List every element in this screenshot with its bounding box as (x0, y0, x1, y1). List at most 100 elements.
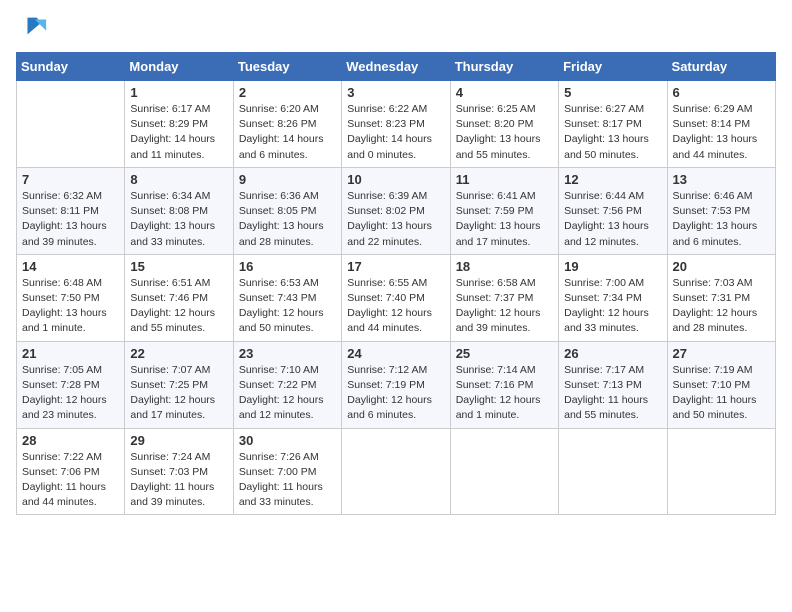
day-info: Sunrise: 7:26 AMSunset: 7:00 PMDaylight:… (239, 450, 336, 511)
day-number: 19 (564, 259, 661, 274)
calendar-cell: 20 Sunrise: 7:03 AMSunset: 7:31 PMDayligh… (667, 254, 775, 341)
calendar-cell: 5 Sunrise: 6:27 AMSunset: 8:17 PMDaylight… (559, 81, 667, 168)
logo (16, 16, 48, 40)
day-info: Sunrise: 6:48 AMSunset: 7:50 PMDaylight:… (22, 276, 119, 337)
day-info: Sunrise: 6:58 AMSunset: 7:37 PMDaylight:… (456, 276, 553, 337)
day-info: Sunrise: 7:05 AMSunset: 7:28 PMDaylight:… (22, 363, 119, 424)
day-number: 12 (564, 172, 661, 187)
calendar-cell: 22 Sunrise: 7:07 AMSunset: 7:25 PMDayligh… (125, 341, 233, 428)
day-number: 2 (239, 85, 336, 100)
day-info: Sunrise: 6:22 AMSunset: 8:23 PMDaylight:… (347, 102, 444, 163)
day-number: 17 (347, 259, 444, 274)
day-info: Sunrise: 6:25 AMSunset: 8:20 PMDaylight:… (456, 102, 553, 163)
calendar-cell: 16 Sunrise: 6:53 AMSunset: 7:43 PMDayligh… (233, 254, 341, 341)
day-info: Sunrise: 6:27 AMSunset: 8:17 PMDaylight:… (564, 102, 661, 163)
weekday-header: Thursday (450, 53, 558, 81)
calendar-cell: 4 Sunrise: 6:25 AMSunset: 8:20 PMDaylight… (450, 81, 558, 168)
day-number: 11 (456, 172, 553, 187)
day-info: Sunrise: 6:36 AMSunset: 8:05 PMDaylight:… (239, 189, 336, 250)
day-info: Sunrise: 6:46 AMSunset: 7:53 PMDaylight:… (673, 189, 770, 250)
weekday-header: Sunday (17, 53, 125, 81)
day-info: Sunrise: 7:14 AMSunset: 7:16 PMDaylight:… (456, 363, 553, 424)
day-info: Sunrise: 7:17 AMSunset: 7:13 PMDaylight:… (564, 363, 661, 424)
day-info: Sunrise: 6:41 AMSunset: 7:59 PMDaylight:… (456, 189, 553, 250)
day-number: 7 (22, 172, 119, 187)
calendar-cell: 3 Sunrise: 6:22 AMSunset: 8:23 PMDaylight… (342, 81, 450, 168)
calendar-cell (450, 428, 558, 515)
day-number: 29 (130, 433, 227, 448)
calendar-cell: 27 Sunrise: 7:19 AMSunset: 7:10 PMDayligh… (667, 341, 775, 428)
calendar-cell: 1 Sunrise: 6:17 AMSunset: 8:29 PMDaylight… (125, 81, 233, 168)
day-number: 13 (673, 172, 770, 187)
day-number: 16 (239, 259, 336, 274)
day-number: 8 (130, 172, 227, 187)
day-info: Sunrise: 7:07 AMSunset: 7:25 PMDaylight:… (130, 363, 227, 424)
weekday-header: Tuesday (233, 53, 341, 81)
day-number: 30 (239, 433, 336, 448)
calendar-cell: 26 Sunrise: 7:17 AMSunset: 7:13 PMDayligh… (559, 341, 667, 428)
day-number: 6 (673, 85, 770, 100)
calendar-cell: 18 Sunrise: 6:58 AMSunset: 7:37 PMDayligh… (450, 254, 558, 341)
calendar-cell: 7 Sunrise: 6:32 AMSunset: 8:11 PMDaylight… (17, 167, 125, 254)
day-number: 1 (130, 85, 227, 100)
calendar: SundayMondayTuesdayWednesdayThursdayFrid… (16, 52, 776, 515)
calendar-cell: 13 Sunrise: 6:46 AMSunset: 7:53 PMDayligh… (667, 167, 775, 254)
calendar-cell (342, 428, 450, 515)
day-info: Sunrise: 7:10 AMSunset: 7:22 PMDaylight:… (239, 363, 336, 424)
calendar-cell: 28 Sunrise: 7:22 AMSunset: 7:06 PMDayligh… (17, 428, 125, 515)
calendar-cell: 2 Sunrise: 6:20 AMSunset: 8:26 PMDaylight… (233, 81, 341, 168)
calendar-cell: 24Sunrise: 7:12 AMSunset: 7:19 PMDayligh… (342, 341, 450, 428)
day-info: Sunrise: 7:12 AMSunset: 7:19 PMDaylight:… (347, 363, 444, 424)
day-info: Sunrise: 6:17 AMSunset: 8:29 PMDaylight:… (130, 102, 227, 163)
day-info: Sunrise: 6:55 AMSunset: 7:40 PMDaylight:… (347, 276, 444, 337)
calendar-cell: 12 Sunrise: 6:44 AMSunset: 7:56 PMDayligh… (559, 167, 667, 254)
day-info: Sunrise: 6:39 AMSunset: 8:02 PMDaylight:… (347, 189, 444, 250)
day-info: Sunrise: 6:20 AMSunset: 8:26 PMDaylight:… (239, 102, 336, 163)
logo-icon (20, 12, 48, 40)
calendar-cell: 8 Sunrise: 6:34 AMSunset: 8:08 PMDaylight… (125, 167, 233, 254)
day-info: Sunrise: 6:44 AMSunset: 7:56 PMDaylight:… (564, 189, 661, 250)
calendar-cell: 30 Sunrise: 7:26 AMSunset: 7:00 PMDayligh… (233, 428, 341, 515)
day-info: Sunrise: 6:29 AMSunset: 8:14 PMDaylight:… (673, 102, 770, 163)
day-number: 10 (347, 172, 444, 187)
day-info: Sunrise: 6:51 AMSunset: 7:46 PMDaylight:… (130, 276, 227, 337)
day-info: Sunrise: 7:03 AMSunset: 7:31 PMDaylight:… (673, 276, 770, 337)
calendar-cell: 14Sunrise: 6:48 AMSunset: 7:50 PMDayligh… (17, 254, 125, 341)
day-number: 9 (239, 172, 336, 187)
day-number: 20 (673, 259, 770, 274)
day-number: 4 (456, 85, 553, 100)
calendar-cell: 23 Sunrise: 7:10 AMSunset: 7:22 PMDayligh… (233, 341, 341, 428)
calendar-cell: 9 Sunrise: 6:36 AMSunset: 8:05 PMDaylight… (233, 167, 341, 254)
day-number: 28 (22, 433, 119, 448)
day-number: 25 (456, 346, 553, 361)
day-info: Sunrise: 6:34 AMSunset: 8:08 PMDaylight:… (130, 189, 227, 250)
weekday-header: Saturday (667, 53, 775, 81)
day-number: 26 (564, 346, 661, 361)
calendar-cell: 11 Sunrise: 6:41 AMSunset: 7:59 PMDayligh… (450, 167, 558, 254)
calendar-cell: 6 Sunrise: 6:29 AMSunset: 8:14 PMDaylight… (667, 81, 775, 168)
calendar-cell (559, 428, 667, 515)
day-number: 22 (130, 346, 227, 361)
day-info: Sunrise: 6:32 AMSunset: 8:11 PMDaylight:… (22, 189, 119, 250)
day-number: 27 (673, 346, 770, 361)
day-number: 18 (456, 259, 553, 274)
calendar-cell: 15Sunrise: 6:51 AMSunset: 7:46 PMDayligh… (125, 254, 233, 341)
day-info: Sunrise: 7:00 AMSunset: 7:34 PMDaylight:… (564, 276, 661, 337)
calendar-cell: 21 Sunrise: 7:05 AMSunset: 7:28 PMDayligh… (17, 341, 125, 428)
calendar-cell: 25 Sunrise: 7:14 AMSunset: 7:16 PMDayligh… (450, 341, 558, 428)
weekday-header: Friday (559, 53, 667, 81)
day-info: Sunrise: 7:19 AMSunset: 7:10 PMDaylight:… (673, 363, 770, 424)
day-number: 5 (564, 85, 661, 100)
calendar-cell (17, 81, 125, 168)
calendar-cell: 17 Sunrise: 6:55 AMSunset: 7:40 PMDayligh… (342, 254, 450, 341)
calendar-cell: 19 Sunrise: 7:00 AMSunset: 7:34 PMDayligh… (559, 254, 667, 341)
day-number: 23 (239, 346, 336, 361)
calendar-cell (667, 428, 775, 515)
day-number: 21 (22, 346, 119, 361)
day-info: Sunrise: 6:53 AMSunset: 7:43 PMDaylight:… (239, 276, 336, 337)
calendar-cell: 10 Sunrise: 6:39 AMSunset: 8:02 PMDayligh… (342, 167, 450, 254)
weekday-header: Monday (125, 53, 233, 81)
day-info: Sunrise: 7:24 AMSunset: 7:03 PMDaylight:… (130, 450, 227, 511)
day-info: Sunrise: 7:22 AMSunset: 7:06 PMDaylight:… (22, 450, 119, 511)
day-number: 3 (347, 85, 444, 100)
